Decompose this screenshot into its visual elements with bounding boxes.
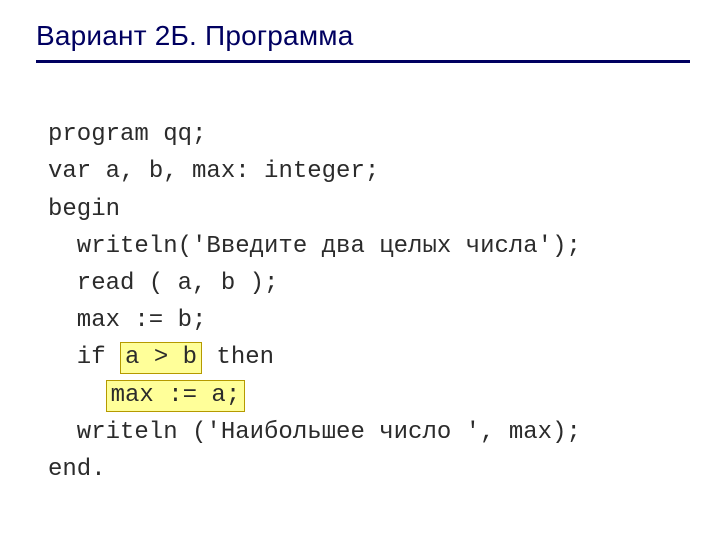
highlight-condition: a > b bbox=[120, 342, 202, 374]
code-line: read ( a, b ); bbox=[77, 270, 279, 297]
code-fragment: then bbox=[202, 344, 274, 371]
code-line: writeln ('Наибольшее число ', max); bbox=[77, 419, 581, 446]
code-line: writeln('Введите два целых числа'); bbox=[77, 233, 581, 260]
code-fragment: if bbox=[77, 344, 120, 371]
slide-title: Вариант 2Б. Программа bbox=[36, 20, 690, 63]
code-line: max := b; bbox=[77, 307, 207, 334]
slide: Вариант 2Б. Программа program qq; var a,… bbox=[0, 0, 720, 540]
code-line: begin bbox=[48, 196, 120, 223]
highlight-assignment: max := a; bbox=[106, 380, 246, 412]
code-line: program qq; bbox=[48, 121, 206, 148]
code-block: program qq; var a, b, max: integer; begi… bbox=[48, 79, 690, 525]
code-line: var a, b, max: integer; bbox=[48, 158, 379, 185]
code-line: end. bbox=[48, 456, 106, 483]
